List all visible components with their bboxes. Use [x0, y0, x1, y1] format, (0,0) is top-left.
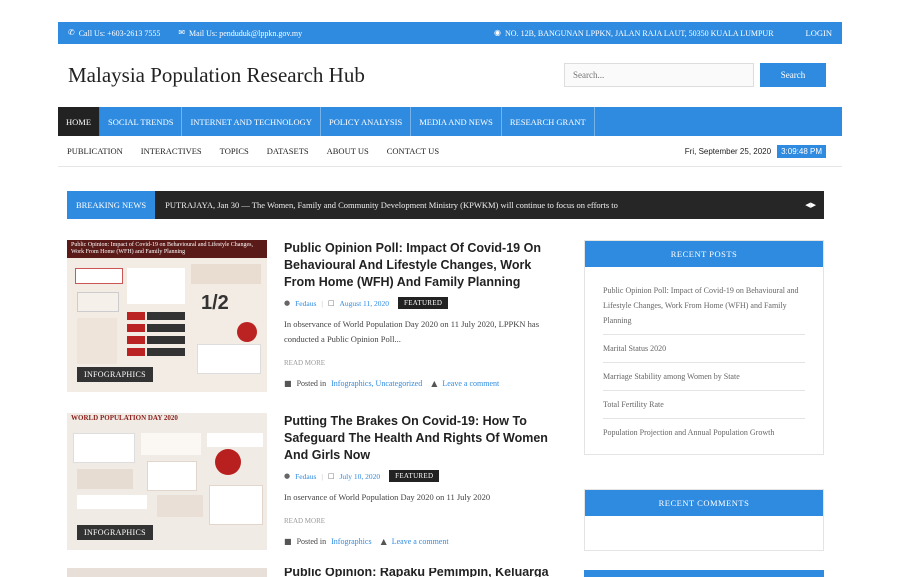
- call-info: ✆ Call Us: +603-2613 7555: [68, 29, 160, 38]
- recent-posts-list: Public Opinion Poll: Impact of Covid-19 …: [585, 267, 823, 454]
- post-card: Public Opinion: Impact of Covid-19 on Be…: [67, 240, 557, 395]
- mail-info[interactable]: ✉ Mail Us: penduduk@lppkn.gov.my: [178, 29, 302, 38]
- featured-badge: FEATURED: [398, 297, 449, 309]
- post-author[interactable]: Fedaus: [295, 299, 316, 308]
- subnav-publication[interactable]: PUBLICATION: [58, 146, 132, 156]
- posted-in-label: Posted in: [296, 537, 327, 546]
- folder-icon: ■: [284, 378, 292, 388]
- main-nav: HOME SOCIAL TRENDS INTERNET AND TECHNOLO…: [58, 107, 842, 136]
- sidebar-widget-partial: [584, 570, 824, 577]
- breaking-news-bar: BREAKING NEWS PUTRAJAYA, Jan 30 — The Wo…: [67, 191, 824, 219]
- breaking-news-ticker[interactable]: PUTRAJAYA, Jan 30 — The Women, Family an…: [155, 200, 805, 210]
- comment-icon: ▲: [431, 378, 438, 388]
- recent-post-link[interactable]: Marital Status 2020: [603, 335, 805, 363]
- nav-media-and-news[interactable]: MEDIA AND NEWS: [411, 107, 502, 136]
- post-date[interactable]: August 11, 2020: [340, 299, 390, 308]
- meta-separator: |: [321, 298, 323, 308]
- current-time: 3:09:48 PM: [777, 144, 826, 158]
- recent-comments-widget: RECENT COMMENTS: [584, 489, 824, 551]
- read-more-link[interactable]: READ MORE: [284, 517, 559, 525]
- address-text: NO. 12B, BANGUNAN LPPKN, JALAN RAJA LAUT…: [505, 28, 774, 38]
- phone-icon: ✆: [68, 28, 75, 37]
- infographics-badge[interactable]: INFOGRAPHICS: [77, 367, 153, 382]
- recent-posts-widget: RECENT POSTS Public Opinion Poll: Impact…: [584, 240, 824, 455]
- recent-post-link[interactable]: Marriage Stability among Women by State: [603, 363, 805, 391]
- current-date: Fri, September 25, 2020: [684, 146, 772, 156]
- map-marker-icon: ◉: [494, 28, 502, 37]
- post-card: Public Opinion: Rapaku Pemimpin, Keluarg…: [67, 568, 557, 577]
- subnav-contact-us[interactable]: CONTACT US: [378, 146, 448, 156]
- nav-social-trends[interactable]: SOCIAL TRENDS: [100, 107, 183, 136]
- read-more-link[interactable]: READ MORE: [284, 359, 559, 367]
- subnav-datasets[interactable]: DATASETS: [258, 146, 318, 156]
- ticker-nav-arrows-icon[interactable]: ◀▶: [805, 201, 824, 209]
- divider: [58, 166, 842, 167]
- mail-text[interactable]: Mail Us: penduduk@lppkn.gov.my: [189, 29, 302, 38]
- calendar-icon: □: [327, 298, 335, 307]
- post-body: Public Opinion Poll: Impact Of Covid-19 …: [284, 240, 559, 388]
- site-header: Malaysia Population Research Hub Search: [58, 60, 842, 90]
- posted-in-label: Posted in: [296, 379, 327, 388]
- post-thumbnail[interactable]: Public Opinion: Impact of Covid-19 on Be…: [67, 240, 267, 392]
- subnav-topics[interactable]: TOPICS: [211, 146, 258, 156]
- infographics-badge[interactable]: INFOGRAPHICS: [77, 525, 153, 540]
- post-date[interactable]: July 10, 2020: [340, 472, 381, 481]
- leave-comment-link[interactable]: Leave a comment: [392, 537, 449, 546]
- secondary-nav: PUBLICATION INTERACTIVES TOPICS DATASETS…: [58, 142, 842, 160]
- user-icon: ●: [284, 471, 291, 480]
- post-thumbnail[interactable]: [67, 568, 267, 577]
- breaking-news-label: BREAKING NEWS: [67, 191, 156, 219]
- nav-research-grant[interactable]: RESEARCH GRANT: [502, 107, 595, 136]
- post-card: WORLD POPULATION DAY 2020 INFOGRAPHICS P…: [67, 413, 557, 553]
- post-meta: ● Fedaus | □ July 10, 2020 FEATURED: [284, 470, 559, 482]
- post-categories[interactable]: Infographics, Uncategorized: [331, 379, 422, 388]
- post-body: Public Opinion: Rapaku Pemimpin, Keluarg…: [284, 568, 557, 577]
- nav-policy-analysis[interactable]: POLICY ANALYSIS: [321, 107, 412, 136]
- widget-header-partial: [584, 570, 824, 577]
- site-title[interactable]: Malaysia Population Research Hub: [58, 63, 564, 88]
- post-footer: ■ Posted in Infographics, Uncategorized …: [284, 379, 559, 388]
- post-meta: ● Fedaus | □ August 11, 2020 FEATURED: [284, 297, 559, 309]
- thumbnail-heading: WORLD POPULATION DAY 2020: [67, 413, 267, 431]
- call-text: Call Us: +603-2613 7555: [78, 28, 161, 38]
- recent-comments-title: RECENT COMMENTS: [585, 490, 823, 516]
- calendar-icon: □: [327, 471, 335, 480]
- nav-home[interactable]: HOME: [58, 107, 101, 136]
- post-thumbnail[interactable]: WORLD POPULATION DAY 2020 INFOGRAPHICS: [67, 413, 267, 550]
- post-body: Putting The Brakes On Covid-19: How To S…: [284, 413, 559, 546]
- search-input[interactable]: [564, 63, 754, 87]
- post-author[interactable]: Fedaus: [295, 472, 316, 481]
- login-link[interactable]: LOGIN: [806, 28, 832, 38]
- search-button[interactable]: Search: [760, 63, 826, 87]
- post-footer: ■ Posted in Infographics ▲ Leave a comme…: [284, 537, 559, 546]
- folder-icon: ■: [284, 536, 292, 546]
- recent-post-link[interactable]: Population Projection and Annual Populat…: [603, 419, 805, 446]
- subnav-interactives[interactable]: INTERACTIVES: [132, 146, 211, 156]
- post-title[interactable]: Public Opinion Poll: Impact Of Covid-19 …: [284, 240, 559, 291]
- recent-post-link[interactable]: Public Opinion Poll: Impact of Covid-19 …: [603, 277, 805, 335]
- top-bar: ✆ Call Us: +603-2613 7555 ✉ Mail Us: pen…: [58, 22, 842, 44]
- featured-badge: FEATURED: [389, 470, 440, 482]
- leave-comment-link[interactable]: Leave a comment: [442, 379, 499, 388]
- user-icon: ●: [284, 298, 291, 307]
- subnav-about-us[interactable]: ABOUT US: [318, 146, 378, 156]
- thumbnail-heading: Public Opinion: Impact of Covid-19 on Be…: [67, 240, 267, 258]
- meta-separator: |: [321, 471, 323, 481]
- comment-icon: ▲: [380, 536, 387, 546]
- post-title[interactable]: Public Opinion: Rapaku Pemimpin, Keluarg…: [284, 568, 557, 577]
- recent-posts-title: RECENT POSTS: [585, 241, 823, 267]
- address-info: ◉ NO. 12B, BANGUNAN LPPKN, JALAN RAJA LA…: [494, 29, 774, 38]
- recent-post-link[interactable]: Total Fertility Rate: [603, 391, 805, 419]
- post-excerpt: In oservance of World Population Day 202…: [284, 492, 491, 502]
- post-title[interactable]: Putting The Brakes On Covid-19: How To S…: [284, 413, 559, 464]
- post-categories[interactable]: Infographics: [331, 537, 371, 546]
- mail-icon: ✉: [178, 28, 186, 37]
- nav-internet-and-technology[interactable]: INTERNET AND TECHNOLOGY: [182, 107, 321, 136]
- post-excerpt: In observance of World Population Day 20…: [284, 319, 539, 344]
